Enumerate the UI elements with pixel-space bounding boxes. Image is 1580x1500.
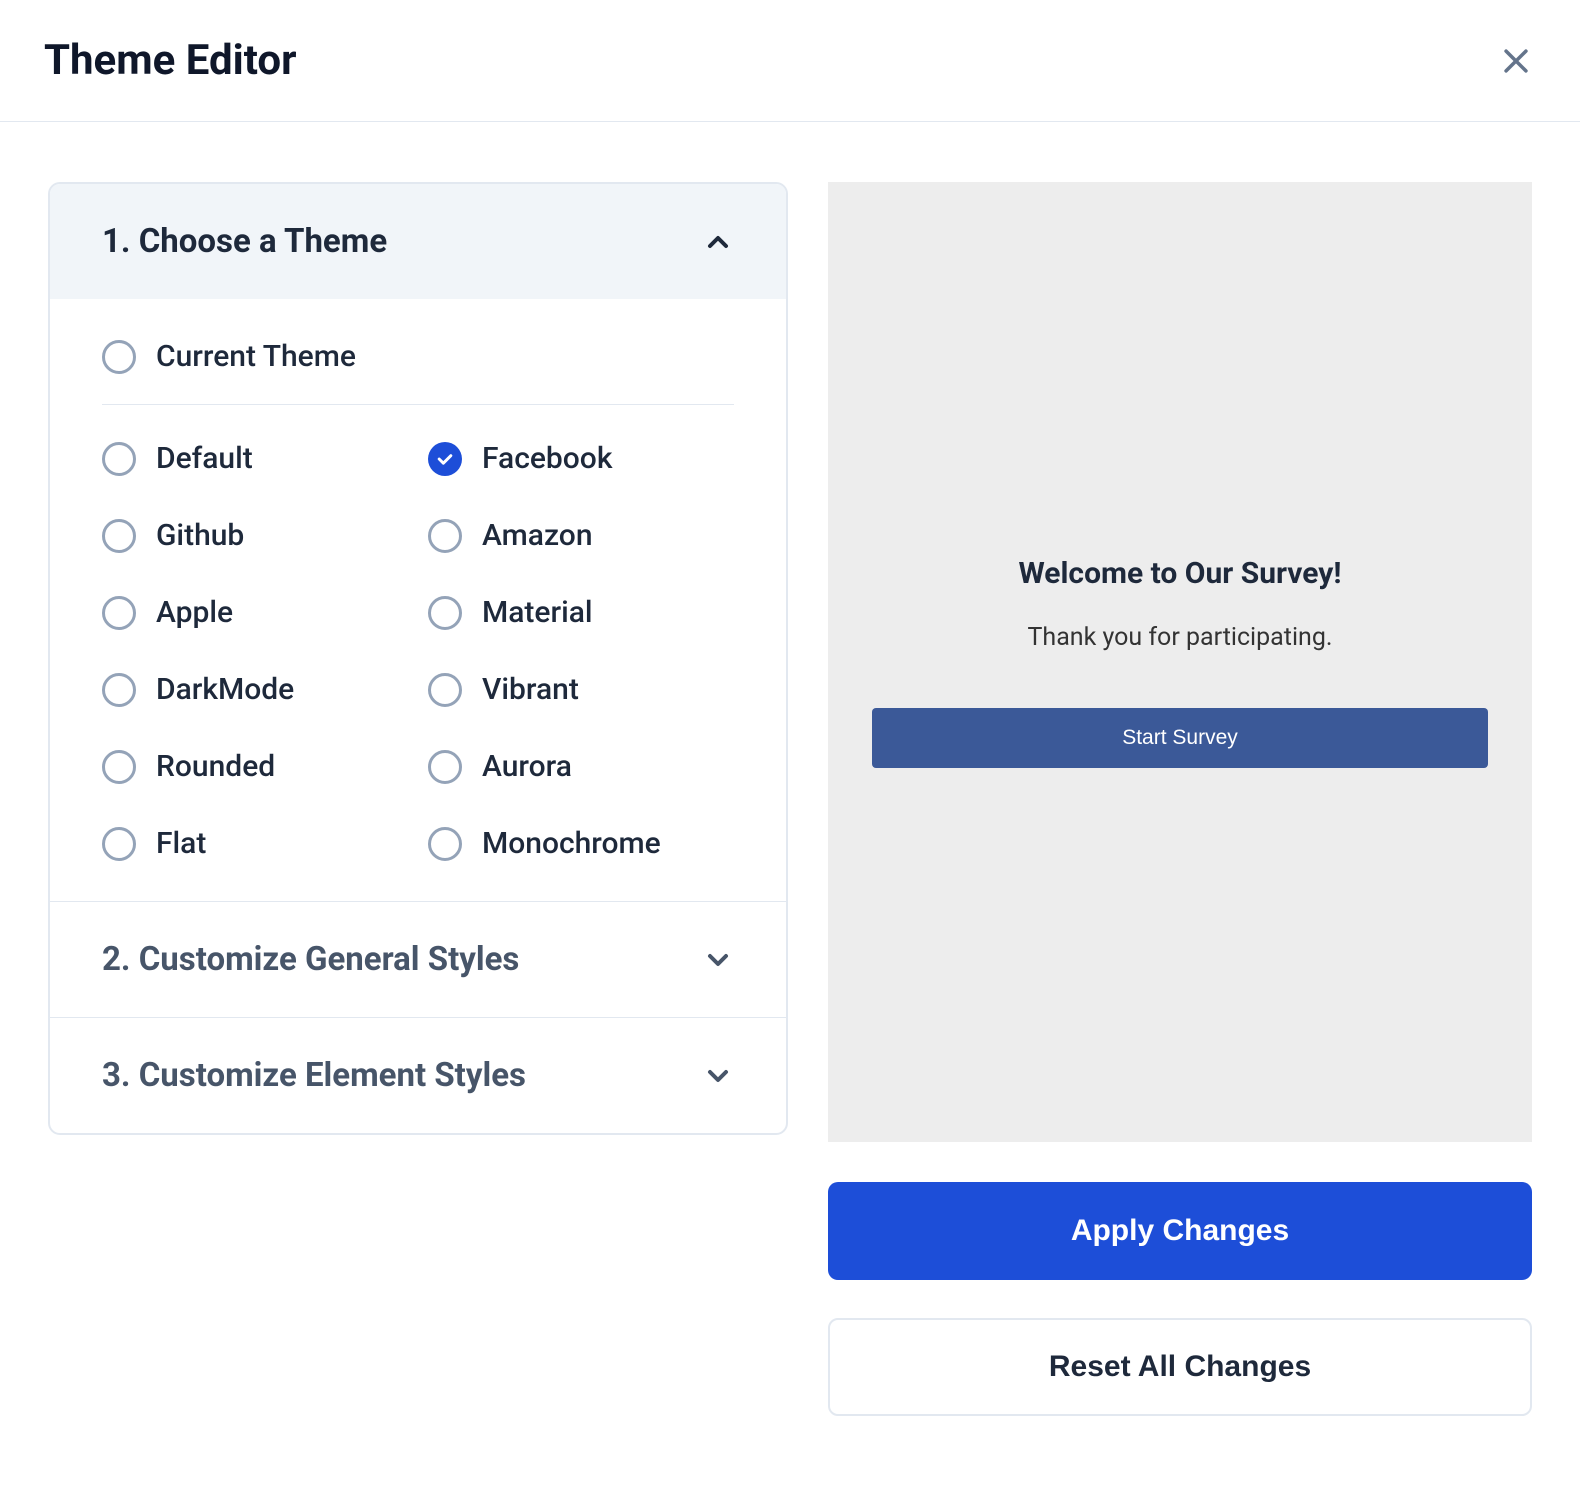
- close-button[interactable]: [1496, 41, 1536, 81]
- accordion-header-general-styles[interactable]: 2. Customize General Styles: [50, 902, 786, 1017]
- preview-title: Welcome to Our Survey!: [872, 556, 1488, 591]
- theme-label: Flat: [156, 826, 206, 861]
- chevron-down-icon: [702, 1060, 734, 1092]
- modal-content: 1. Choose a Theme Current Theme Default F…: [0, 122, 1580, 1476]
- theme-label: Github: [156, 518, 244, 553]
- theme-label: Apple: [156, 595, 233, 630]
- preview-panel: Welcome to Our Survey! Thank you for par…: [828, 182, 1532, 1416]
- theme-label: Vibrant: [482, 672, 579, 707]
- theme-label: Material: [482, 595, 593, 630]
- theme-label: Monochrome: [482, 826, 661, 861]
- theme-option-apple[interactable]: Apple: [102, 595, 408, 630]
- theme-option-monochrome[interactable]: Monochrome: [428, 826, 734, 861]
- theme-label: Amazon: [482, 518, 593, 553]
- chevron-down-icon: [702, 944, 734, 976]
- radio-unchecked-icon: [428, 673, 462, 707]
- accordion-body-choose-theme: Current Theme Default Facebook Github Amazo…: [50, 299, 786, 901]
- theme-option-amazon[interactable]: Amazon: [428, 518, 734, 553]
- theme-label: Rounded: [156, 749, 275, 784]
- accordion-title: 1. Choose a Theme: [102, 222, 387, 261]
- close-icon: [1499, 44, 1533, 78]
- theme-label: Aurora: [482, 749, 572, 784]
- accordion-title: 2. Customize General Styles: [102, 940, 519, 979]
- theme-option-default[interactable]: Default: [102, 441, 408, 476]
- theme-label: DarkMode: [156, 672, 294, 707]
- radio-checked-icon: [428, 442, 462, 476]
- theme-option-darkmode[interactable]: DarkMode: [102, 672, 408, 707]
- reset-all-changes-button[interactable]: Reset All Changes: [828, 1318, 1532, 1416]
- radio-unchecked-icon: [102, 442, 136, 476]
- modal-header: Theme Editor: [0, 0, 1580, 122]
- theme-option-material[interactable]: Material: [428, 595, 734, 630]
- modal-title: Theme Editor: [44, 36, 296, 85]
- chevron-up-icon: [702, 226, 734, 258]
- theme-label: Current Theme: [156, 339, 356, 374]
- accordion: 1. Choose a Theme Current Theme Default F…: [48, 182, 788, 1135]
- radio-unchecked-icon: [428, 519, 462, 553]
- theme-label: Default: [156, 441, 253, 476]
- radio-unchecked-icon: [102, 596, 136, 630]
- preview-subtitle: Thank you for participating.: [872, 623, 1488, 652]
- accordion-section-general-styles: 2. Customize General Styles: [50, 902, 786, 1018]
- theme-option-current[interactable]: Current Theme: [102, 339, 734, 405]
- accordion-section-choose-theme: 1. Choose a Theme Current Theme Default F…: [50, 184, 786, 902]
- theme-option-aurora[interactable]: Aurora: [428, 749, 734, 784]
- radio-unchecked-icon: [428, 750, 462, 784]
- theme-grid: Default Facebook Github Amazon Apple Material…: [102, 441, 734, 861]
- accordion-header-choose-theme[interactable]: 1. Choose a Theme: [50, 184, 786, 299]
- radio-unchecked-icon: [428, 827, 462, 861]
- preview-content: Welcome to Our Survey! Thank you for par…: [872, 556, 1488, 768]
- radio-unchecked-icon: [102, 827, 136, 861]
- radio-unchecked-icon: [102, 750, 136, 784]
- start-survey-button[interactable]: Start Survey: [872, 708, 1488, 768]
- radio-unchecked-icon: [102, 673, 136, 707]
- theme-option-flat[interactable]: Flat: [102, 826, 408, 861]
- theme-option-vibrant[interactable]: Vibrant: [428, 672, 734, 707]
- accordion-section-element-styles: 3. Customize Element Styles: [50, 1018, 786, 1133]
- radio-unchecked-icon: [102, 340, 136, 374]
- theme-editor-modal: Theme Editor 1. Choose a Theme: [0, 0, 1580, 1500]
- apply-changes-button[interactable]: Apply Changes: [828, 1182, 1532, 1280]
- accordion-header-element-styles[interactable]: 3. Customize Element Styles: [50, 1018, 786, 1133]
- preview-box: Welcome to Our Survey! Thank you for par…: [828, 182, 1532, 1142]
- theme-option-facebook[interactable]: Facebook: [428, 441, 734, 476]
- settings-panel: 1. Choose a Theme Current Theme Default F…: [48, 182, 788, 1416]
- theme-label: Facebook: [482, 441, 612, 476]
- theme-option-rounded[interactable]: Rounded: [102, 749, 408, 784]
- radio-unchecked-icon: [102, 519, 136, 553]
- theme-option-github[interactable]: Github: [102, 518, 408, 553]
- radio-unchecked-icon: [428, 596, 462, 630]
- accordion-title: 3. Customize Element Styles: [102, 1056, 526, 1095]
- action-buttons: Apply Changes Reset All Changes: [828, 1182, 1532, 1416]
